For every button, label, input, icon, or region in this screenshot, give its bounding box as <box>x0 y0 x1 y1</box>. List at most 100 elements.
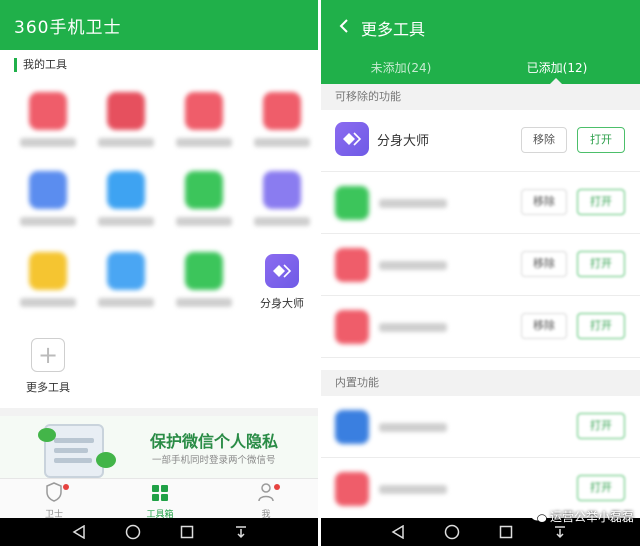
nav-home-button[interactable] <box>118 518 148 546</box>
tab-not-added[interactable]: 未添加(24) <box>331 59 471 76</box>
diamond-clone-icon <box>273 264 292 278</box>
tool-item[interactable] <box>87 171 165 226</box>
open-button[interactable]: 打开 <box>577 313 625 339</box>
tool-label-blurred <box>176 298 232 307</box>
tab-added[interactable]: 已添加(12) <box>487 59 627 76</box>
app-icon <box>29 92 67 130</box>
app-icon <box>107 252 145 290</box>
tab-guard[interactable]: 卫士 <box>14 482 94 520</box>
tool-item[interactable] <box>87 252 165 307</box>
plus-icon: + <box>31 338 65 372</box>
grid-icon <box>152 485 168 501</box>
tool-name-blurred <box>379 323 447 332</box>
app-icon <box>335 310 369 344</box>
tool-label-blurred <box>98 298 154 307</box>
triangle-back-icon <box>391 525 404 539</box>
nav-recents-button[interactable] <box>491 518 521 546</box>
nav-recents-button[interactable] <box>172 518 202 546</box>
tool-label-blurred <box>254 138 310 147</box>
notification-badge <box>274 484 280 490</box>
tool-item[interactable] <box>165 252 243 307</box>
app-icon <box>335 186 369 220</box>
square-recents-icon <box>499 525 513 539</box>
app-icon <box>185 92 223 130</box>
clone-master-icon <box>265 254 299 288</box>
more-tools-screen: 更多工具 未添加(24) 已添加(12) 可移除的功能 分身大师 移除 打开 移除 打开… <box>321 0 640 546</box>
tool-name-blurred <box>379 485 447 494</box>
tool-row: 移除 打开 <box>321 234 640 296</box>
wechat-logo-icon <box>531 511 547 523</box>
builtin-section-title: 内置功能 <box>321 370 640 396</box>
chevron-left-icon <box>339 19 348 33</box>
wechat-privacy-banner[interactable]: 保护微信个人隐私 一部手机同时登录两个微信号 <box>0 416 318 478</box>
tool-label-blurred <box>98 217 154 226</box>
circle-home-icon <box>125 524 141 540</box>
tool-item[interactable]: 分身大师 <box>243 252 318 311</box>
remove-button[interactable]: 移除 <box>521 189 567 215</box>
tool-item[interactable] <box>9 171 87 226</box>
app-icon <box>107 171 145 209</box>
more-tools-label: 更多工具 <box>26 381 70 394</box>
nav-home-button[interactable] <box>437 518 467 546</box>
remove-button[interactable]: 移除 <box>521 127 567 153</box>
section-divider <box>0 408 318 416</box>
wechat-bubble-icon <box>38 428 56 442</box>
clone-master-icon <box>335 122 369 156</box>
page-title: 更多工具 <box>361 20 426 39</box>
removable-section-title: 可移除的功能 <box>321 84 640 110</box>
pull-down-icon <box>555 526 565 539</box>
tool-item[interactable] <box>9 252 87 307</box>
triangle-back-icon <box>72 525 85 539</box>
tab-me[interactable]: 我 <box>226 482 306 520</box>
tool-item[interactable] <box>165 92 243 147</box>
tool-name-blurred <box>379 261 447 270</box>
tool-item[interactable] <box>87 92 165 147</box>
diamond-clone-icon <box>343 132 362 146</box>
toolbox-screen: 360手机卫士 我的工具 分身大师 + 更多工具 保护微信个人隐私 一部手机同时… <box>0 0 318 546</box>
tool-item[interactable] <box>9 92 87 147</box>
open-button[interactable]: 打开 <box>577 413 625 439</box>
app-icon <box>335 472 369 506</box>
watermark-text: 运营公举小磊磊 <box>549 510 634 524</box>
remove-button[interactable]: 移除 <box>521 251 567 277</box>
back-button[interactable] <box>333 14 355 38</box>
app-icon <box>185 252 223 290</box>
tool-label-blurred <box>176 138 232 147</box>
tool-row: 分身大师 移除 打开 <box>321 110 640 172</box>
nav-back-button[interactable] <box>383 518 413 546</box>
open-button[interactable]: 打开 <box>577 251 625 277</box>
nav-back-button[interactable] <box>64 518 94 546</box>
open-button[interactable]: 打开 <box>577 127 625 153</box>
circle-home-icon <box>444 524 460 540</box>
app-icon <box>335 410 369 444</box>
tool-item[interactable] <box>165 171 243 226</box>
open-button[interactable]: 打开 <box>577 475 625 501</box>
open-button[interactable]: 打开 <box>577 189 625 215</box>
tool-label-blurred <box>20 138 76 147</box>
tab-toolbox[interactable]: 工具箱 <box>120 482 200 520</box>
system-nav-bar <box>0 518 318 546</box>
app-icon <box>107 92 145 130</box>
wechat-bubble-icon <box>96 452 116 468</box>
app-title: 360手机卫士 <box>14 18 122 38</box>
app-icon <box>263 92 301 130</box>
tool-name-blurred <box>379 199 447 208</box>
tool-label-blurred <box>20 217 76 226</box>
watermark: 运营公举小磊磊 <box>531 508 634 525</box>
app-icon <box>263 171 301 209</box>
app-header: 360手机卫士 <box>0 0 318 50</box>
tool-item[interactable] <box>243 171 318 226</box>
remove-button[interactable]: 移除 <box>521 313 567 339</box>
bottom-tab-bar: 卫士 工具箱 我 <box>0 478 318 520</box>
app-icon <box>185 171 223 209</box>
person-icon <box>258 483 274 502</box>
nav-notification-button[interactable] <box>226 518 256 546</box>
more-tools-header: 更多工具 未添加(24) 已添加(12) <box>321 0 640 84</box>
more-tools-button[interactable]: + 更多工具 <box>9 336 87 395</box>
tool-name: 分身大师 <box>377 134 430 149</box>
tool-item[interactable] <box>243 92 318 147</box>
tool-label-blurred <box>176 217 232 226</box>
pull-down-icon <box>236 526 246 539</box>
square-recents-icon <box>180 525 194 539</box>
notification-badge <box>63 484 69 490</box>
